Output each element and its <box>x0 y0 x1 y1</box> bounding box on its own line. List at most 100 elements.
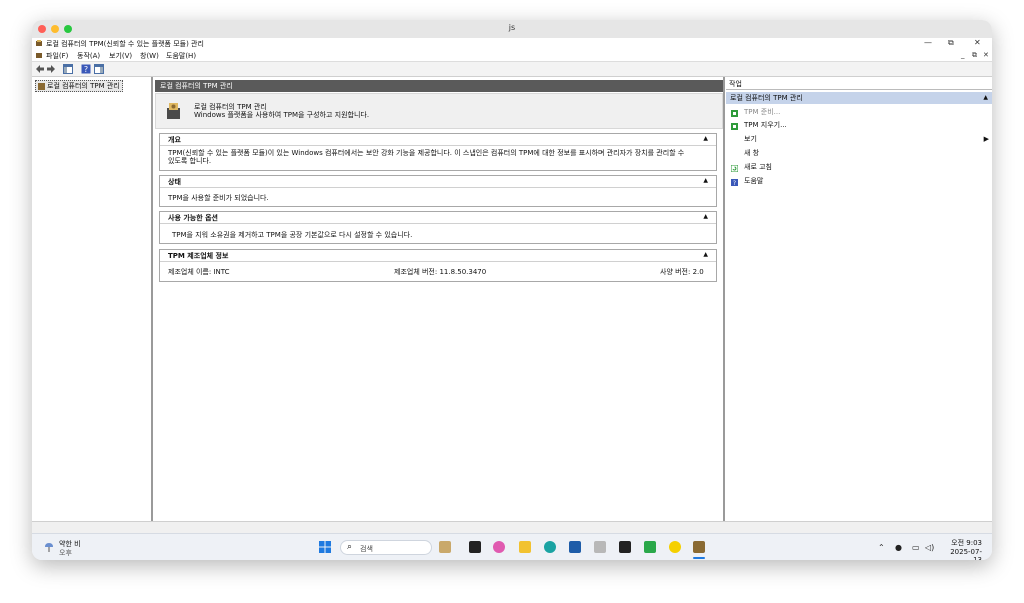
active-app-indicator <box>693 557 705 559</box>
action-label: 도움말 <box>744 177 764 185</box>
menu-action[interactable]: 동작(A) <box>77 51 100 61</box>
show-action-pane-icon[interactable] <box>94 64 104 74</box>
search-icon: ⌕ <box>347 542 353 552</box>
refresh-icon <box>730 164 739 173</box>
action-label: 새 창 <box>744 149 760 157</box>
file-explorer-icon[interactable] <box>519 541 531 553</box>
clock-date[interactable]: 2025-07-13 <box>942 548 982 560</box>
section-overview: 개요 ▲ TPM(신뢰할 수 있는 플랫폼 모듈)이 있는 Windows 컴퓨터… <box>159 133 717 171</box>
svg-text:?: ? <box>84 65 88 74</box>
section-header[interactable]: TPM 제조업체 정보 ▲ <box>160 250 716 262</box>
section-header[interactable]: 사용 가능한 옵션 ▲ <box>160 212 716 224</box>
windows-start-icon[interactable] <box>319 541 331 553</box>
show-console-tree-icon[interactable] <box>63 64 73 74</box>
action-tpm-prepare[interactable]: TPM 준비... <box>726 106 992 119</box>
intro-panel: 로컬 컴퓨터의 TPM 관리 Windows 플랫폼을 사용하여 TPM을 구성… <box>155 93 723 129</box>
inner-close-button[interactable]: ✕ <box>983 51 989 59</box>
collapse-caret-icon[interactable]: ▲ <box>983 92 988 104</box>
tpm-app-icon <box>35 39 43 47</box>
collapse-caret-icon[interactable]: ▲ <box>703 251 708 258</box>
status-text: TPM을 사용할 준비가 되었습니다. <box>168 194 269 202</box>
action-help[interactable]: ? 도움말 <box>726 175 992 188</box>
network-icon[interactable]: ▭ <box>912 543 920 552</box>
menu-file[interactable]: 파일(F) <box>46 51 68 61</box>
tpm-prepare-icon <box>731 109 738 117</box>
menu-help[interactable]: 도움말(H) <box>166 51 196 61</box>
toolbar: ? <box>32 62 992 77</box>
menu-bar: 파일(F) 동작(A) 보기(V) 창(W) 도움말(H) _ ⧉ ✕ <box>32 49 992 62</box>
taskbar-search[interactable]: ⌕ 검색 <box>340 540 432 555</box>
inner-restore-button[interactable]: ⧉ <box>972 51 977 60</box>
center-pane: 로컬 컴퓨터의 TPM 관리 로컬 컴퓨터의 TPM 관리 Windows 플랫… <box>152 77 724 521</box>
help-icon[interactable]: ? <box>81 64 91 74</box>
section-title: 상태 <box>168 178 181 186</box>
store-icon[interactable] <box>569 541 581 553</box>
app-titlebar: 로컬 컴퓨터의 TPM(신뢰할 수 있는 플랫폼 모듈) 관리 — ⧉ ✕ <box>32 38 992 49</box>
green-app-icon[interactable] <box>644 541 656 553</box>
collapse-caret-icon[interactable]: ▲ <box>703 177 708 184</box>
actions-pane: 작업 로컬 컴퓨터의 TPM 관리 ▲ TPM 준비... TPM 지우기...… <box>724 77 992 521</box>
actions-subheader[interactable]: 로컬 컴퓨터의 TPM 관리 ▲ <box>726 92 992 104</box>
task-view-icon[interactable] <box>469 541 481 553</box>
collapse-caret-icon[interactable]: ▲ <box>703 213 708 220</box>
spec-version: 사양 버전: 2.0 <box>660 268 704 276</box>
section-header[interactable]: 개요 ▲ <box>160 134 716 146</box>
edge-browser-icon[interactable] <box>544 541 556 553</box>
actions-subheader-label: 로컬 컴퓨터의 TPM 관리 <box>730 94 803 102</box>
window-titlebar: js <box>32 20 992 39</box>
kakaotalk-icon[interactable] <box>669 541 681 553</box>
svg-text:?: ? <box>733 180 736 186</box>
action-label: TPM 지우기... <box>744 121 787 129</box>
overview-text-1: TPM(신뢰할 수 있는 플랫폼 모듈)이 있는 Windows 컴퓨터에서는 … <box>168 149 685 157</box>
app-minimize-button[interactable]: — <box>924 38 932 47</box>
action-label: 새로 고침 <box>744 163 772 171</box>
tray-status-icon[interactable]: ● <box>895 543 902 552</box>
mmc-icon <box>35 51 43 59</box>
inner-minimize-button[interactable]: _ <box>961 51 965 59</box>
options-text: TPM을 지워 소유권을 제거하고 TPM을 공장 기본값으로 다시 설정할 수… <box>172 231 413 239</box>
clock-time[interactable]: 오전 9:03 <box>942 538 982 548</box>
snipping-tool-icon[interactable] <box>594 541 606 553</box>
forward-arrow-icon[interactable] <box>46 64 56 74</box>
tree-node-tpm[interactable]: 로컬 컴퓨터의 TPM 관리 <box>35 80 123 92</box>
tray-chevron-icon[interactable]: ⌃ <box>878 543 885 552</box>
overview-text-2: 있도록 합니다. <box>168 157 212 165</box>
intro-description: Windows 플랫폼을 사용하여 TPM을 구성하고 지원합니다. <box>194 111 370 119</box>
tpm-taskbar-icon[interactable] <box>693 541 705 553</box>
console-tree: 로컬 컴퓨터의 TPM 관리 <box>32 77 152 521</box>
manufacturer-version: 제조업체 버전: 11.8.50.3470 <box>394 268 487 276</box>
window-title: js <box>508 23 516 32</box>
tpm-clear-icon <box>731 122 738 130</box>
app-close-button[interactable]: ✕ <box>974 38 981 47</box>
widget-landscape-icon[interactable] <box>439 541 451 553</box>
action-label: 보기 <box>744 135 757 143</box>
help-icon: ? <box>731 178 738 187</box>
tpm-chip-icon <box>164 100 184 122</box>
action-label: TPM 준비... <box>744 108 781 116</box>
submenu-arrow-icon: ▶ <box>983 135 989 143</box>
app-restore-button[interactable]: ⧉ <box>948 38 954 48</box>
weather-subtitle: 오후 <box>59 549 72 557</box>
section-title: 개요 <box>168 136 181 144</box>
app-window: js 로컬 컴퓨터의 TPM(신뢰할 수 있는 플랫폼 모듈) 관리 — ⧉ ✕… <box>32 20 992 560</box>
section-title: TPM 제조업체 정보 <box>168 252 229 260</box>
menu-window[interactable]: 창(W) <box>140 51 159 61</box>
section-title: 사용 가능한 옵션 <box>168 214 218 222</box>
tpm-node-icon <box>38 82 45 90</box>
back-arrow-icon[interactable] <box>35 64 45 74</box>
volume-icon[interactable]: ◁) <box>925 543 934 552</box>
menu-view[interactable]: 보기(V) <box>109 51 132 61</box>
action-new-window[interactable]: 새 창 <box>726 147 992 160</box>
camera-app-icon[interactable] <box>619 541 631 553</box>
collapse-caret-icon[interactable]: ▲ <box>703 135 708 142</box>
action-refresh[interactable]: 새로 고침 <box>726 161 992 174</box>
section-status: 상태 ▲ TPM을 사용할 준비가 되었습니다. <box>159 175 717 207</box>
action-view[interactable]: 보기 ▶ <box>726 133 992 146</box>
action-tpm-clear[interactable]: TPM 지우기... <box>726 119 992 132</box>
rain-weather-icon[interactable] <box>42 540 56 554</box>
manufacturer-name: 제조업체 이름: INTC <box>168 268 230 276</box>
tree-node-label: 로컬 컴퓨터의 TPM 관리 <box>47 82 120 90</box>
section-header[interactable]: 상태 ▲ <box>160 176 716 188</box>
taskbar: 약한 비 오후 ⌕ 검색 ⌃ ● ▭ ◁) 오전 9:03 2025-07-13 <box>32 533 992 560</box>
copilot-icon[interactable] <box>493 541 505 553</box>
